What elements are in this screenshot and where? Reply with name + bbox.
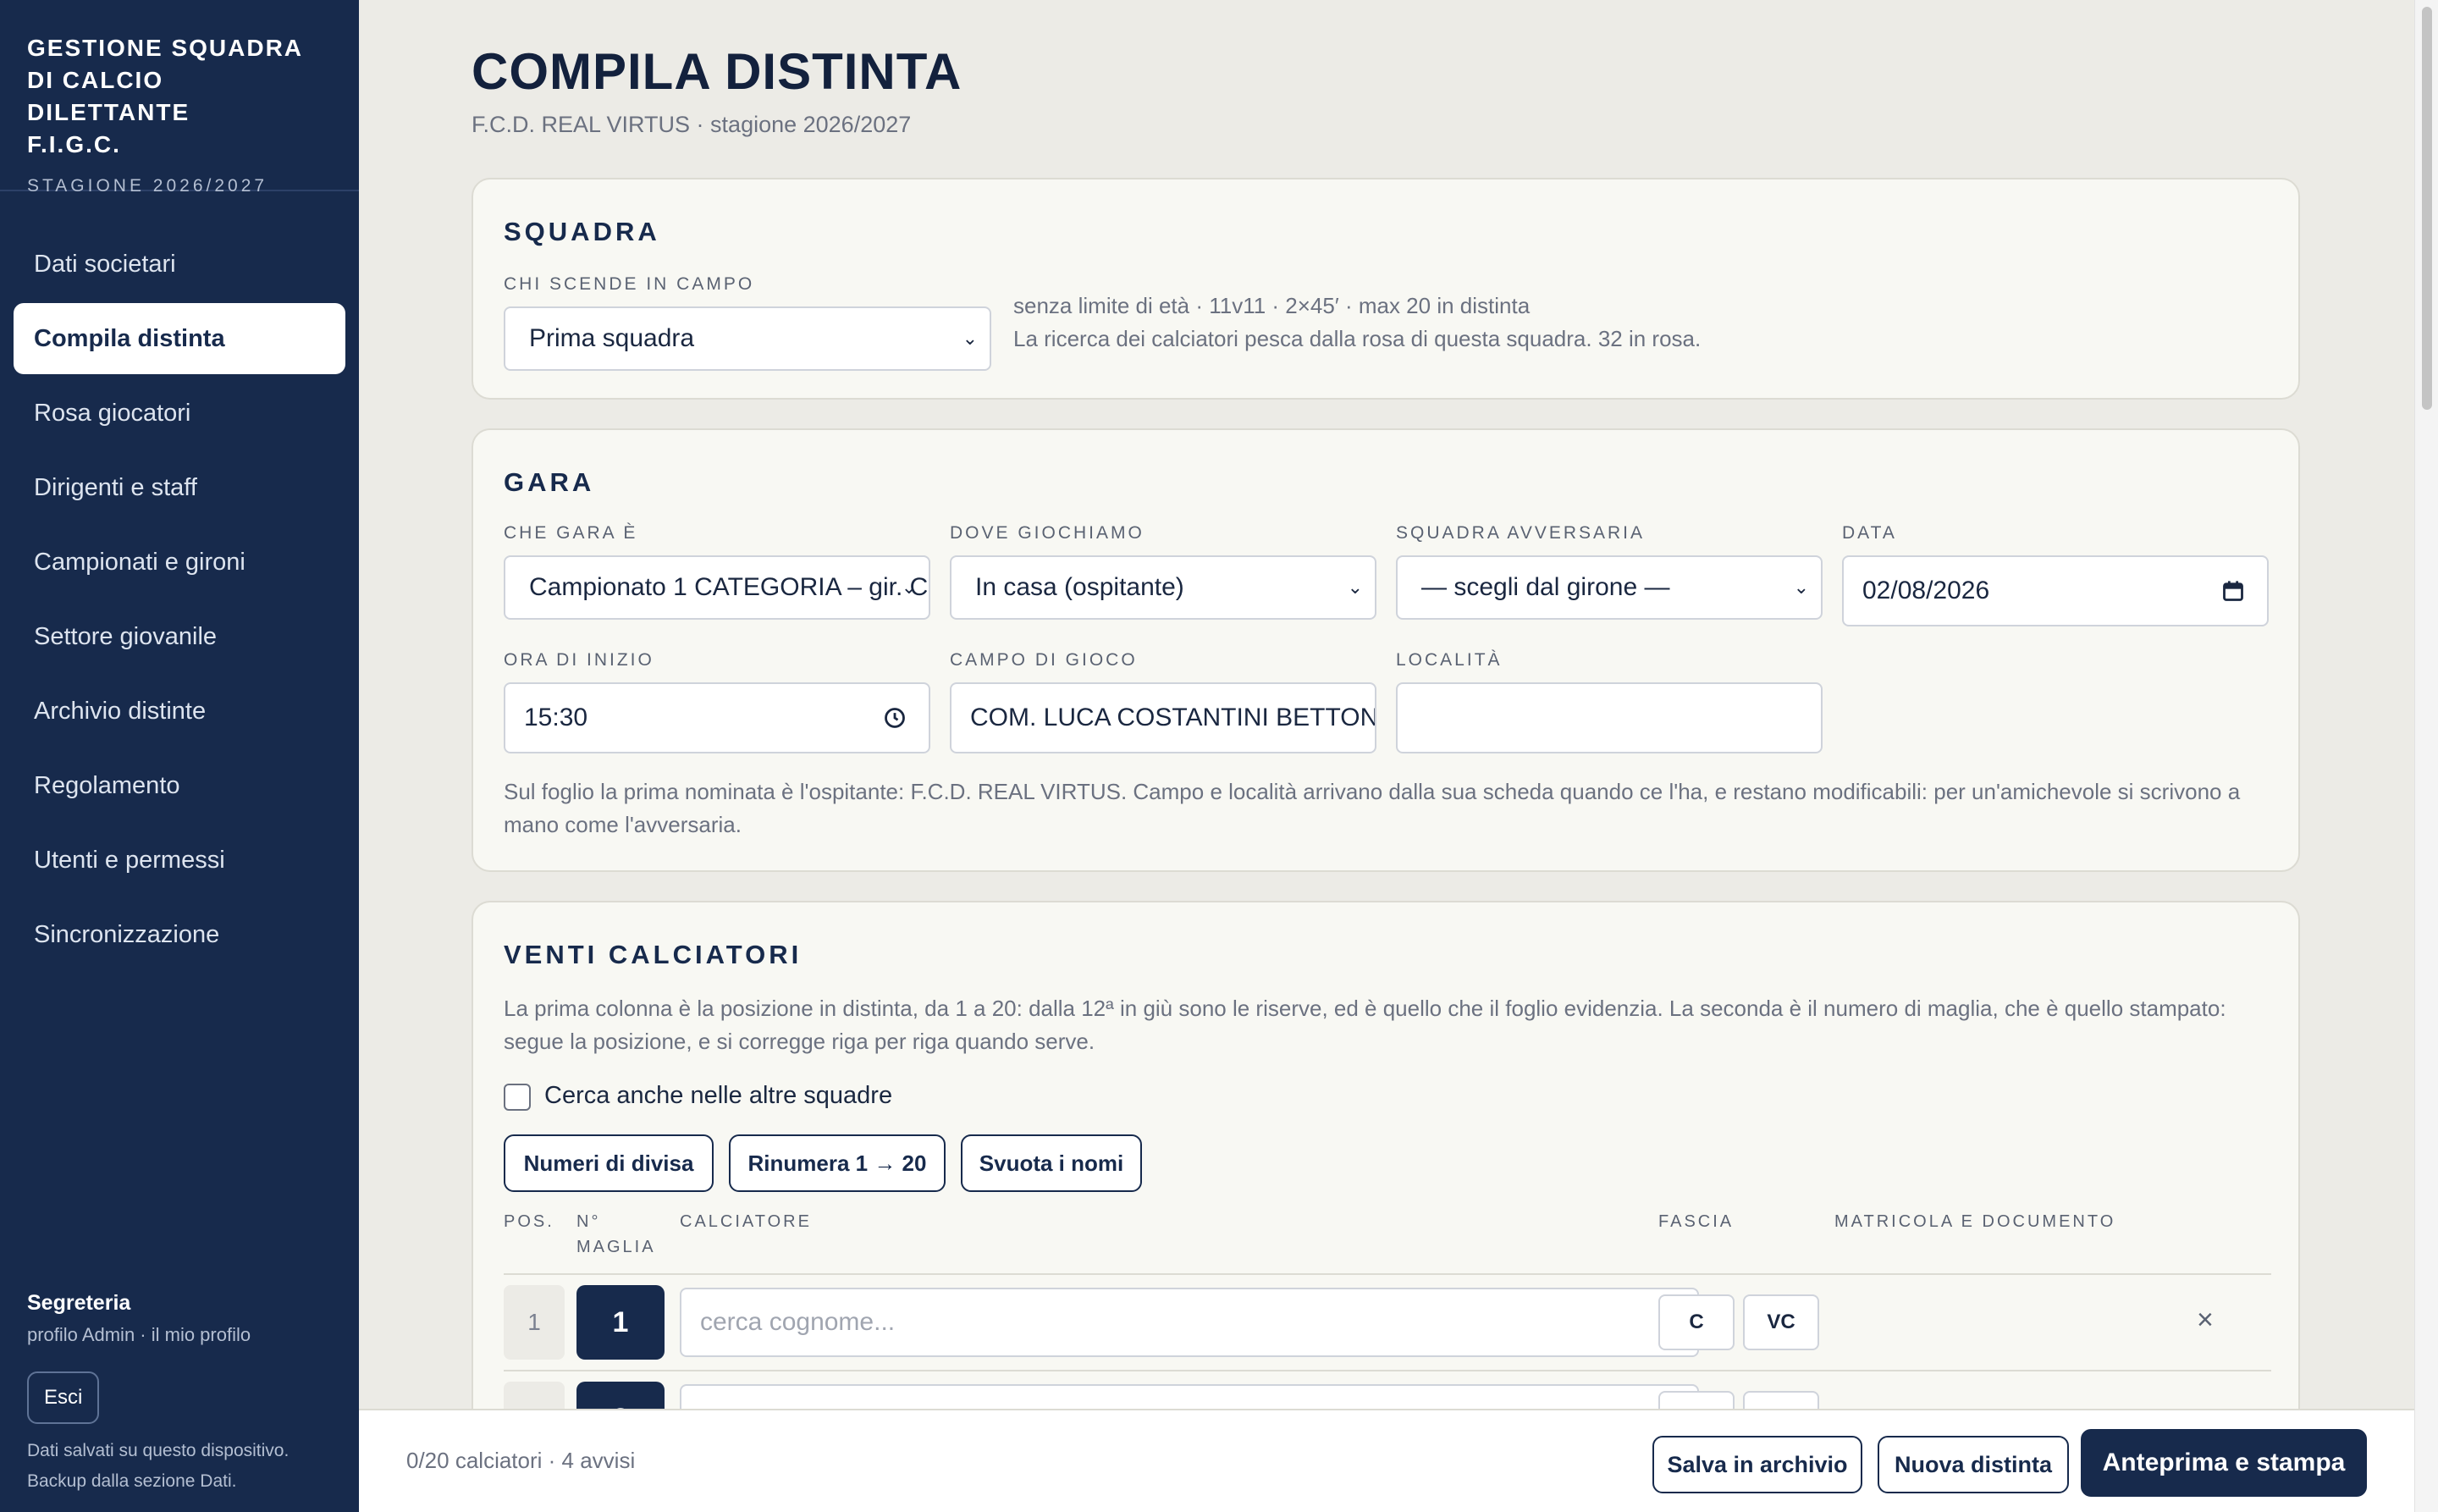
row-divider (504, 1370, 2271, 1371)
squadra-title: SQUADRA (504, 217, 660, 246)
calciatori-description: La prima colonna è la posizione in disti… (504, 996, 2226, 1054)
svuota-nomi-button[interactable]: Svuota i nomi (961, 1134, 1142, 1192)
col-matricola: MATRICOLA E DOCUMENTO (1834, 1212, 2116, 1231)
sidebar-item-dirigenti-staff[interactable]: Dirigenti e staff (14, 452, 345, 523)
rinumera-button[interactable]: Rinumera 1 → 20 (729, 1134, 946, 1192)
avversaria-label: SQUADRA AVVERSARIA (1396, 523, 1646, 543)
remove-row-button[interactable]: × (2197, 1304, 2214, 1337)
header-divider (504, 1273, 2271, 1275)
data-input[interactable]: 02/08/2026 (1842, 555, 2269, 626)
status-summary: 0/20 calciatori · 4 avvisi (406, 1448, 636, 1473)
col-pos: POS. (504, 1212, 554, 1231)
gara-note: Sul foglio la prima nominata è l'ospitan… (504, 779, 2241, 837)
numeri-divisa-button[interactable]: Numeri di divisa (504, 1134, 714, 1192)
data-value: 02/08/2026 (1862, 577, 1990, 604)
ora-label: ORA DI INIZIO (504, 650, 654, 670)
page-title: COMPILA DISTINTA (472, 43, 963, 100)
cerca-altre-squadre-checkbox[interactable] (504, 1084, 531, 1111)
dove-label: DOVE GIOCHIAMO (950, 523, 1145, 543)
sidebar-item-settore-giovanile[interactable]: Settore giovanile (14, 601, 345, 672)
sidebar-item-campionati-gironi[interactable]: Campionati e gironi (14, 527, 345, 598)
scrollbar-thumb[interactable] (2422, 7, 2432, 410)
calendar-icon[interactable] (2221, 579, 2245, 603)
che-gara-value: Campionato 1 CATEGORIA – gir. C (529, 573, 929, 601)
vice-captain-toggle[interactable]: VC (1743, 1294, 1819, 1350)
campo-input[interactable]: COM. LUCA COSTANTINI BETTONI (950, 682, 1376, 753)
captain-toggle[interactable]: C (1658, 1294, 1735, 1350)
nuova-distinta-button[interactable]: Nuova distinta (1878, 1436, 2069, 1493)
che-gara-label: CHE GARA È (504, 523, 638, 543)
gara-title: GARA (504, 467, 595, 497)
salva-archivio-button[interactable]: Salva in archivio (1652, 1436, 1862, 1493)
campo-label: CAMPO DI GIOCO (950, 650, 1138, 670)
sidebar-item-sincronizzazione[interactable]: Sincronizzazione (14, 899, 345, 970)
brand: GESTIONE SQUADRA DI CALCIO DILETTANTE F.… (0, 0, 359, 196)
clock-icon[interactable] (883, 706, 907, 730)
col-maglia-line-1: N° (576, 1212, 601, 1231)
col-fascia: FASCIA (1658, 1212, 1735, 1231)
page-scrollbar[interactable] (2414, 0, 2438, 1512)
squadra-info-2: La ricerca dei calciatori pesca dalla ro… (1013, 326, 1702, 351)
user-name: Segreteria (27, 1291, 131, 1315)
col-maglia: N° MAGLIA (576, 1209, 656, 1260)
che-gara-select[interactable]: Campionato 1 CATEGORIA – gir. C ⌄ (504, 555, 930, 620)
ora-value: 15:30 (524, 704, 588, 731)
logout-button[interactable]: Esci (27, 1371, 100, 1424)
sidebar-nav: Dati societari Compila distinta Rosa gio… (0, 191, 359, 970)
sidebar-item-archivio-distinte[interactable]: Archivio distinte (14, 676, 345, 747)
brand-title: GESTIONE SQUADRA DI CALCIO DILETTANTE F.… (27, 32, 332, 161)
chevron-down-icon: ⌄ (1347, 577, 1363, 598)
page-subtitle: F.C.D. REAL VIRTUS · stagione 2026/2027 (472, 112, 912, 137)
sidebar-footer: Segreteria profilo Admin · il mio profil… (27, 1291, 332, 1512)
sidebar: GESTIONE SQUADRA DI CALCIO DILETTANTE F.… (0, 0, 359, 1512)
player-search-input[interactable]: cerca cognome... (680, 1288, 1699, 1357)
dove-value: In casa (ospitante) (975, 573, 1184, 601)
chevron-down-icon: ⌄ (901, 577, 917, 598)
localita-input[interactable] (1396, 682, 1823, 753)
sidebar-item-dati-societari[interactable]: Dati societari (14, 229, 345, 300)
avversaria-value: — scegli dal girone — (1421, 573, 1670, 601)
squadra-card: SQUADRA CHI SCENDE IN CAMPO Prima squadr… (472, 178, 2300, 400)
squadra-info-1: senza limite di età · 11v11 · 2×45′ · ma… (1013, 293, 1531, 318)
brand-line-3: F.I.G.C. (27, 131, 121, 157)
sidebar-item-compila-distinta[interactable]: Compila distinta (14, 303, 345, 374)
ora-input[interactable]: 15:30 (504, 682, 930, 753)
brand-line-2: DI CALCIO DILETTANTE (27, 67, 190, 125)
squadra-select[interactable]: Prima squadra ⌄ (504, 306, 991, 371)
data-label: DATA (1842, 523, 1897, 543)
sidebar-item-regolamento[interactable]: Regolamento (14, 750, 345, 821)
dove-select[interactable]: In casa (ospitante) ⌄ (950, 555, 1376, 620)
row-position: 1 (504, 1285, 565, 1360)
chevron-down-icon: ⌄ (1793, 577, 1809, 598)
brand-line-1: GESTIONE SQUADRA (27, 35, 304, 61)
save-note: Dati salvati su questo dispositivo. Back… (27, 1441, 290, 1491)
anteprima-stampa-button[interactable]: Anteprima e stampa (2081, 1429, 2367, 1497)
campo-value: COM. LUCA COSTANTINI BETTONI (970, 704, 1376, 731)
calciatori-title: VENTI CALCIATORI (504, 940, 803, 969)
avversaria-select[interactable]: — scegli dal girone — ⌄ (1396, 555, 1823, 620)
sidebar-item-rosa-giocatori[interactable]: Rosa giocatori (14, 378, 345, 449)
bottom-action-bar: 0/20 calciatori · 4 avvisi Salva in arch… (359, 1409, 2414, 1512)
col-calciatore: CALCIATORE (680, 1212, 812, 1231)
squadra-field-label: CHI SCENDE IN CAMPO (504, 274, 755, 294)
localita-label: LOCALITÀ (1396, 650, 1503, 670)
sidebar-item-utenti-permessi[interactable]: Utenti e permessi (14, 825, 345, 896)
squadra-select-value: Prima squadra (529, 324, 695, 352)
gara-card: GARA CHE GARA È Campionato 1 CATEGORIA –… (472, 428, 2300, 872)
col-maglia-line-2: MAGLIA (576, 1238, 656, 1256)
row-shirt-number[interactable]: 1 (576, 1285, 665, 1360)
user-profile-link[interactable]: profilo Admin · il mio profilo (27, 1324, 332, 1346)
main-content: COMPILA DISTINTA F.C.D. REAL VIRTUS · st… (359, 0, 2414, 1512)
cerca-altre-squadre-label[interactable]: Cerca anche nelle altre squadre (544, 1082, 892, 1110)
chevron-down-icon: ⌄ (962, 328, 978, 349)
